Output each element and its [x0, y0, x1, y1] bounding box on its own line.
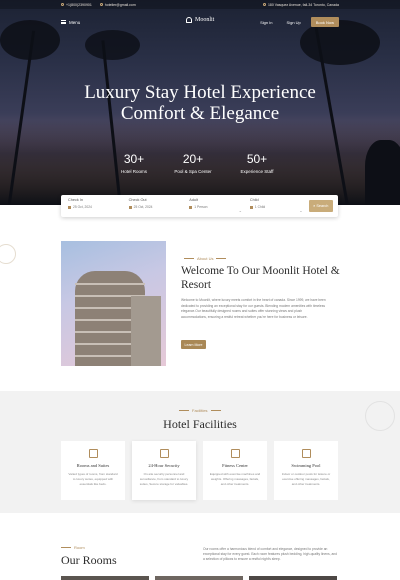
stat-rooms: 30+ Hotel Rooms: [120, 152, 147, 174]
rooms-text: Our rooms offer a harmonious blend of co…: [203, 547, 337, 562]
facilities-section: Facilities Hotel Facilities Rooms and Su…: [0, 391, 400, 513]
phone-icon: [61, 3, 64, 6]
room-image[interactable]: [155, 576, 243, 580]
top-info-bar: +1(800)2390901 hotelier@gmail.com 180 Va…: [0, 0, 400, 9]
email-info[interactable]: hotelier@gmail.com: [99, 3, 136, 7]
booking-form: Check In 25 Oct, 2024 Check Out 25 Oct, …: [61, 195, 338, 217]
stat-pool: 20+ Pool & Spa Center: [174, 152, 212, 174]
room-image[interactable]: [61, 576, 149, 580]
chevron-down-icon: ⌄: [299, 208, 303, 213]
pool-icon: [301, 449, 311, 458]
dumbbell-icon: [230, 449, 240, 458]
hero-title: Luxury Stay Hotel Experience Comfort & E…: [84, 82, 316, 124]
about-text: Welcome to Moonlit, where luxury meets c…: [181, 298, 326, 319]
rooms-title: Our Rooms: [61, 553, 117, 567]
book-now-button[interactable]: Book Now: [310, 17, 339, 27]
child-select[interactable]: Child 1 Child ⌄: [248, 198, 309, 214]
room-image[interactable]: [249, 576, 337, 580]
stat-staff: 50+ Experience Staff: [240, 152, 274, 174]
decorative-circle: [0, 244, 16, 264]
facility-card[interactable]: Fitness Center Equipped with exercise ma…: [203, 441, 267, 500]
menu-button[interactable]: Menu: [61, 20, 80, 25]
signup-link[interactable]: Sign Up: [287, 20, 301, 25]
building-shape: [131, 296, 161, 366]
hero-stats: 30+ Hotel Rooms 20+ Pool & Spa Center 50…: [0, 152, 400, 182]
mail-icon: [99, 3, 103, 6]
rooms-eyebrow: Room: [61, 545, 85, 550]
calendar-icon: [128, 205, 132, 209]
facilities-eyebrow: Facilities: [176, 408, 224, 413]
search-button[interactable]: ⌕ Search: [308, 200, 333, 212]
facility-card[interactable]: 24-Hour Security On-site security person…: [132, 441, 196, 500]
checkin-field[interactable]: Check In 25 Oct, 2024: [66, 198, 127, 214]
hotel-building-image: [61, 241, 166, 366]
palm-leaves: [85, 30, 140, 60]
person-icon: [249, 205, 253, 209]
main-navbar: Menu Moonlit Sign In Sign Up Book Now: [0, 14, 400, 30]
auth-links: Sign In Sign Up Book Now: [246, 17, 339, 27]
hero-section: +1(800)2390901 hotelier@gmail.com 180 Va…: [0, 0, 400, 205]
about-title: Welcome To Our Moonlit Hotel & Resort: [181, 265, 340, 291]
location-icon: [262, 3, 266, 6]
address-info: 180 Vasquez Avenue, fall-34 Toronto, Can…: [262, 3, 339, 7]
checkout-field[interactable]: Check Out 25 Oct, 2024: [127, 198, 188, 214]
learn-more-button[interactable]: Learn More: [181, 340, 206, 349]
chevron-down-icon: ⌄: [238, 208, 242, 213]
hamburger-icon: [61, 20, 66, 24]
logo-icon: [186, 17, 192, 23]
phone-info[interactable]: +1(800)2390901: [61, 3, 92, 7]
bed-icon: [88, 449, 98, 458]
calendar-icon: [68, 205, 71, 209]
signin-link[interactable]: Sign In: [260, 20, 272, 25]
facility-card[interactable]: Swimming Pool Indoor or outdoor pools fo…: [274, 441, 338, 500]
adult-select[interactable]: Adult 1 Person ⌄: [187, 198, 248, 214]
facilities-title: Hotel Facilities: [163, 417, 237, 431]
facility-card[interactable]: Rooms and Suites Varied types of rooms, …: [61, 441, 125, 500]
shield-icon: [159, 449, 169, 458]
about-eyebrow: About Us: [181, 256, 229, 261]
brand-logo[interactable]: Moonlit: [186, 17, 214, 23]
person-icon: [189, 205, 193, 209]
